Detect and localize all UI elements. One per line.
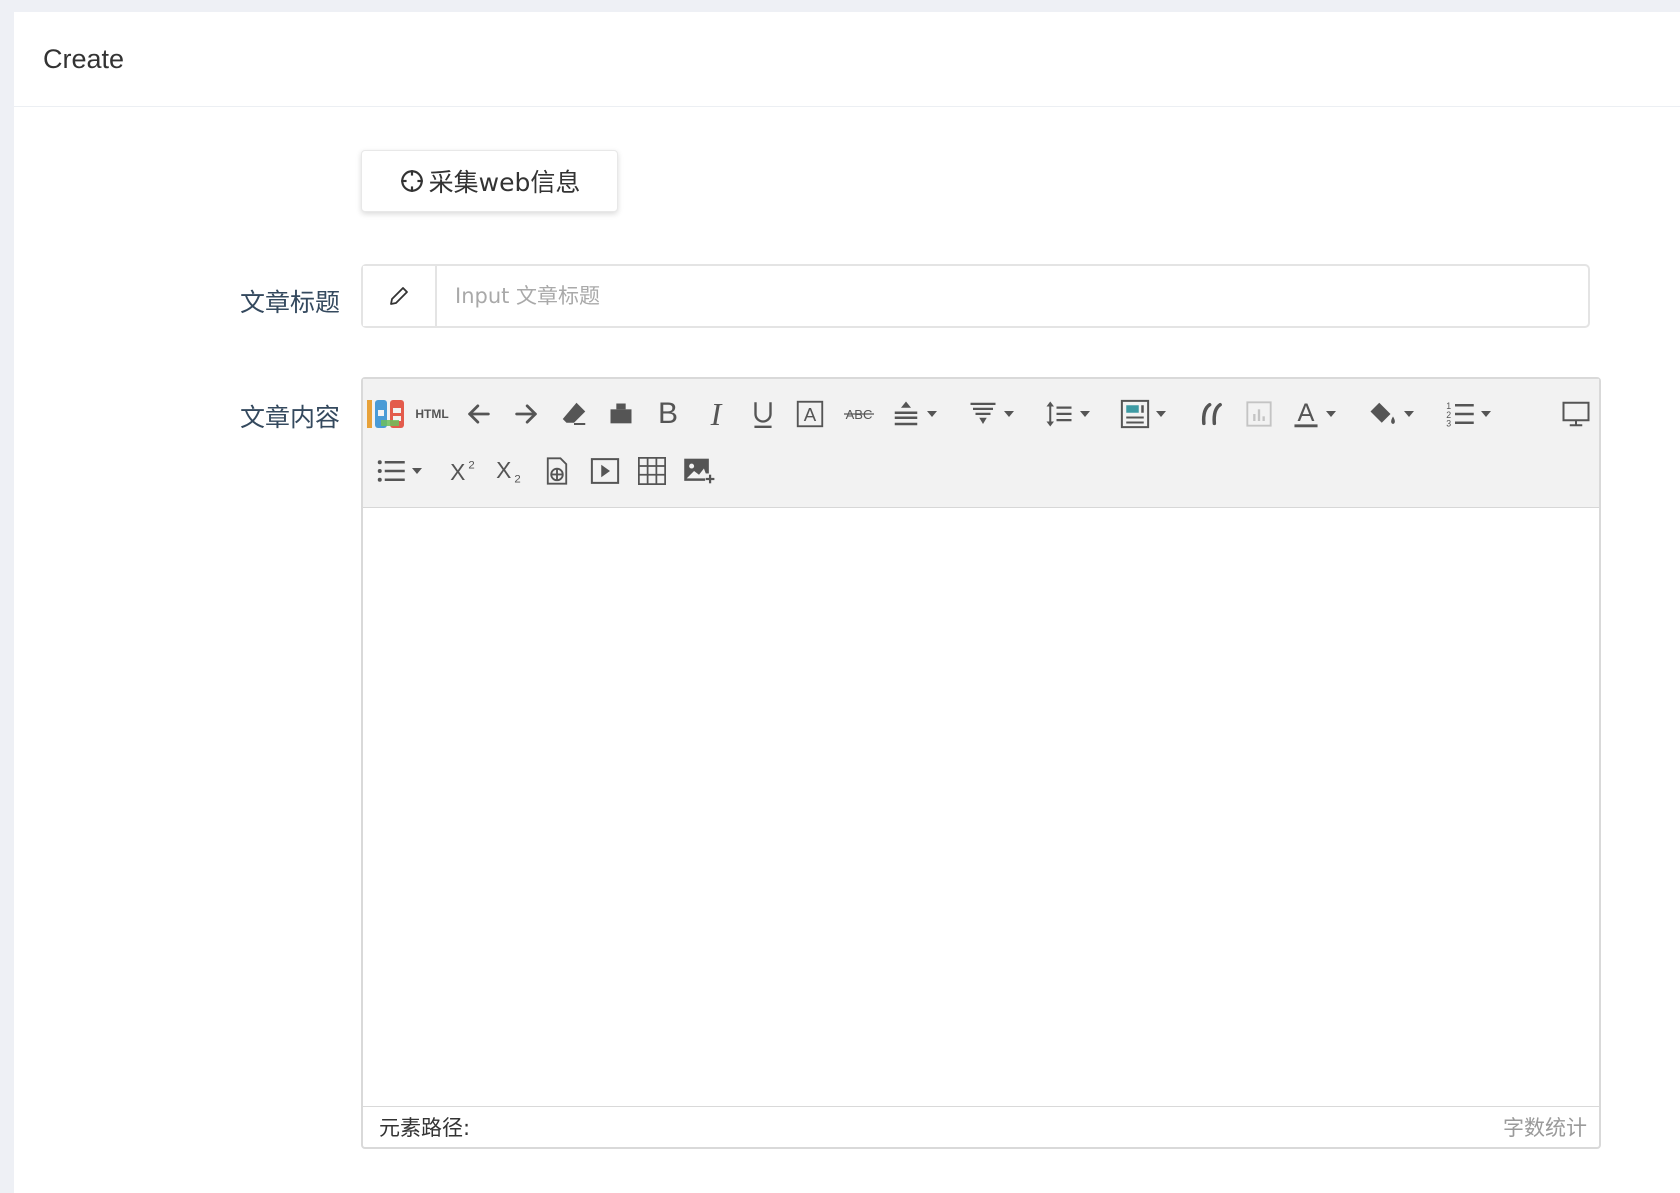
word-count: 字数统计 — [1503, 1116, 1587, 1140]
image-float-icon[interactable] — [1115, 392, 1171, 436]
html-source-icon[interactable]: HTML — [412, 392, 452, 436]
svg-text:A: A — [804, 404, 817, 425]
card-header: Create — [14, 12, 1680, 107]
paragraph-spacing-icon[interactable] — [886, 392, 942, 436]
redo-icon[interactable] — [506, 392, 546, 436]
subscript-icon[interactable]: X2 — [491, 449, 531, 493]
video-icon[interactable] — [585, 449, 625, 493]
svg-text:3: 3 — [1446, 419, 1451, 429]
background-color-icon[interactable] — [1363, 392, 1419, 436]
superscript-icon[interactable]: X2 — [445, 449, 485, 493]
title-label: 文章标题 — [239, 288, 340, 317]
format-brush-icon[interactable] — [601, 392, 641, 436]
font-color-icon[interactable]: A — [1286, 392, 1342, 436]
eraser-icon[interactable] — [554, 392, 594, 436]
ordered-list-icon[interactable]: 123 — [1440, 392, 1496, 436]
title-input[interactable] — [437, 266, 1588, 326]
preview-icon[interactable] — [1556, 392, 1596, 436]
font-border-icon[interactable]: A — [790, 392, 830, 436]
svg-text:X: X — [450, 459, 465, 485]
editor-content-area[interactable] — [363, 508, 1599, 1098]
bold-icon[interactable]: B — [648, 392, 688, 436]
line-height-icon[interactable] — [1039, 392, 1095, 436]
italic-icon[interactable]: I — [696, 392, 736, 436]
svg-text:X: X — [496, 457, 511, 483]
underline-icon[interactable] — [743, 392, 783, 436]
align-icon[interactable] — [963, 392, 1019, 436]
crawl-web-info-button[interactable]: 采集web信息 — [361, 150, 618, 212]
undo-icon[interactable] — [459, 392, 499, 436]
table-icon[interactable] — [632, 449, 672, 493]
crosshair-icon — [400, 170, 423, 192]
insert-image-icon[interactable] — [679, 449, 719, 493]
title-input-group — [361, 264, 1590, 328]
svg-text:A: A — [1298, 399, 1315, 427]
svg-text:2: 2 — [514, 473, 520, 485]
strikethrough-icon[interactable]: ABC — [837, 392, 881, 436]
rich-text-editor: HTML B I A ABC A 1 2 3 X 2 X 2 元素路径: 字数统… — [361, 377, 1601, 1149]
blockquote-icon[interactable] — [1192, 392, 1232, 436]
editor-toolbar: HTML B I A ABC A 1 2 3 X 2 X 2 — [363, 379, 1599, 508]
editor-statusbar: 元素路径: 字数统计 — [363, 1106, 1599, 1147]
content-label: 文章内容 — [239, 403, 340, 432]
element-path-label: 元素路径: — [379, 1116, 471, 1140]
web-page-icon[interactable] — [537, 449, 577, 493]
135editor-icon[interactable] — [365, 392, 409, 436]
unordered-list-icon[interactable] — [371, 449, 427, 493]
svg-text:2: 2 — [468, 460, 474, 472]
title-input-addon — [363, 266, 437, 326]
pencil-icon — [390, 287, 408, 305]
chart-icon[interactable] — [1239, 392, 1279, 436]
page-title: Create — [43, 43, 125, 74]
crawl-button-label: 采集web信息 — [428, 168, 581, 197]
